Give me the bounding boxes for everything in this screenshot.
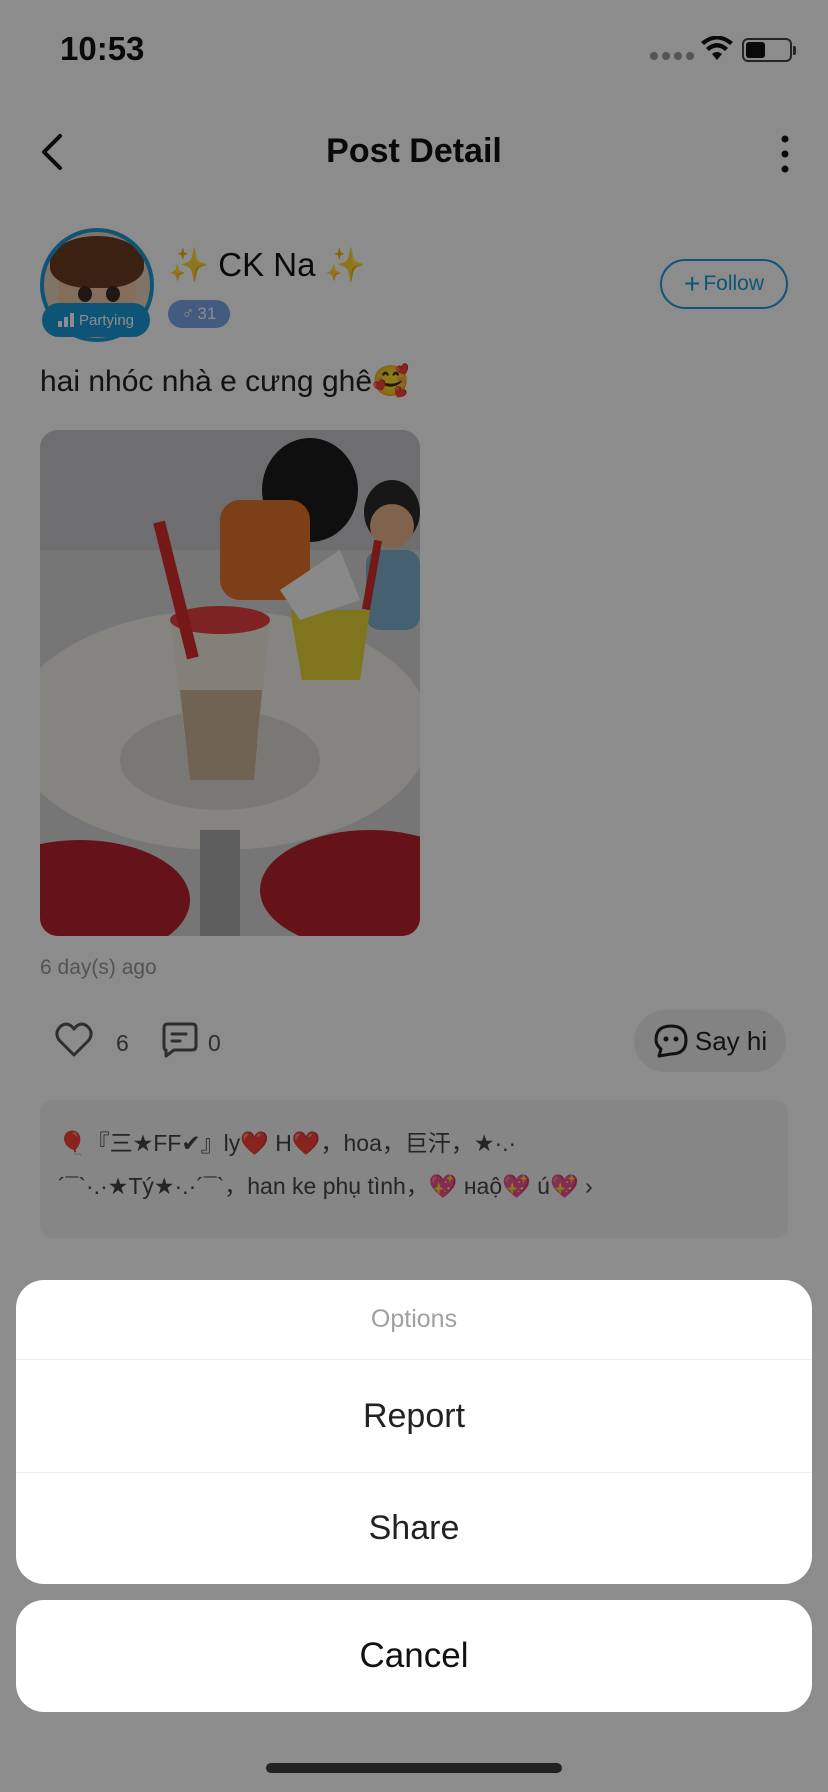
home-indicator [266, 1763, 562, 1773]
options-sheet: Options Report Share [16, 1280, 812, 1584]
report-button[interactable]: Report [16, 1360, 812, 1472]
sheet-title: Options [16, 1280, 812, 1360]
cancel-button[interactable]: Cancel [16, 1600, 812, 1712]
share-button[interactable]: Share [16, 1472, 812, 1584]
